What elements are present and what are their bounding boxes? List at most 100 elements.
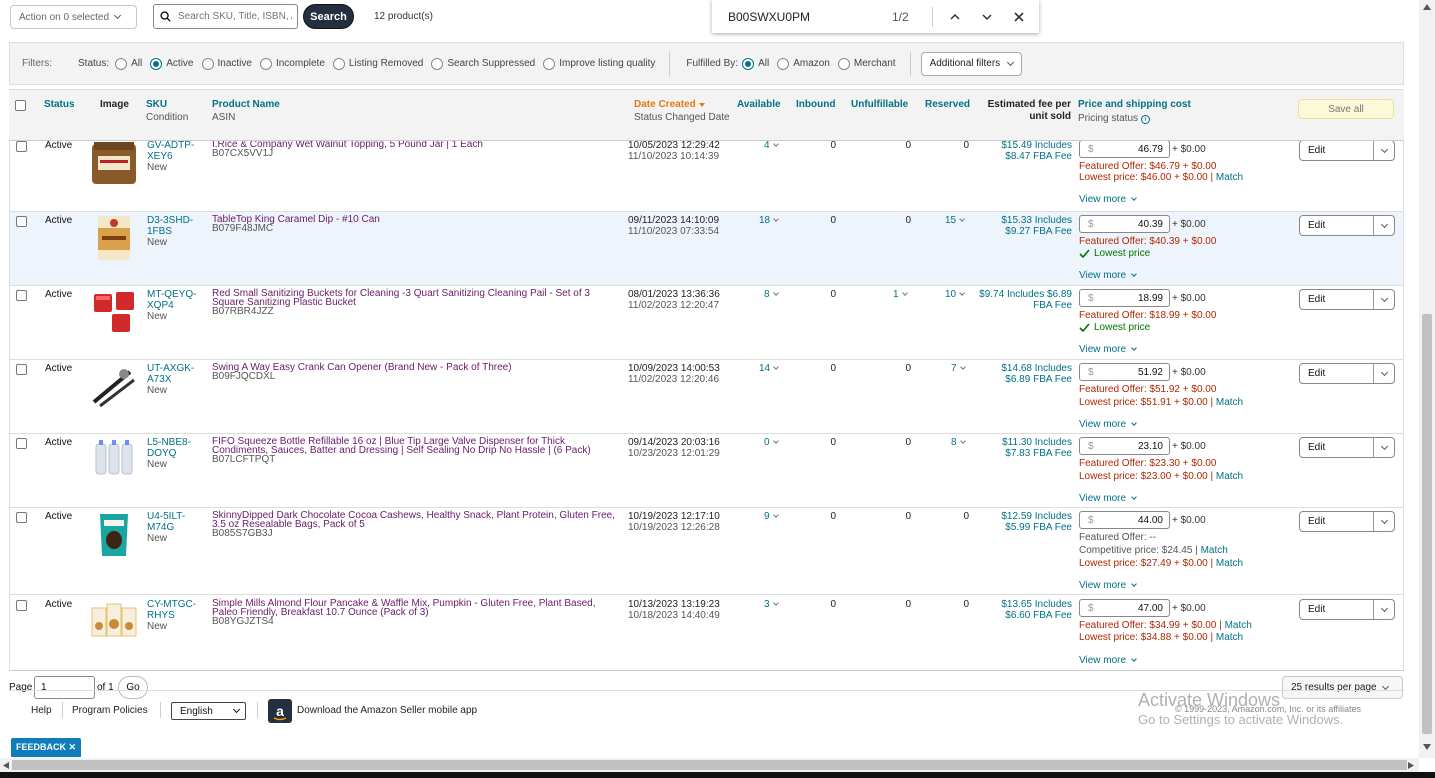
product-thumbnail[interactable] xyxy=(90,362,138,410)
edit-button[interactable]: Edit xyxy=(1299,511,1395,532)
row-available[interactable]: 0 xyxy=(764,437,779,448)
find-query[interactable]: B00SWXU0PM xyxy=(728,10,878,24)
page-number-input[interactable]: 1 xyxy=(34,676,95,699)
row-checkbox[interactable] xyxy=(16,364,27,375)
header-inbound[interactable]: Inbound xyxy=(796,99,835,110)
search-input[interactable] xyxy=(176,10,294,23)
view-more-link[interactable]: View more xyxy=(1079,344,1137,355)
match-link[interactable]: Match xyxy=(1201,545,1228,556)
row-product-name[interactable]: TableTop King Caramel Dip - #10 Can B079F… xyxy=(212,215,622,234)
search-field[interactable] xyxy=(153,4,298,29)
row-available[interactable]: 4 xyxy=(764,141,779,151)
fulfilled-all-label[interactable]: All xyxy=(758,58,769,69)
row-reserved[interactable]: 15 xyxy=(945,215,965,226)
status-all-label[interactable]: All xyxy=(131,58,142,69)
scroll-up-arrow-icon[interactable] xyxy=(1423,4,1431,10)
price-input[interactable]: $46.79 xyxy=(1079,141,1170,158)
fulfilled-merchant-radio[interactable] xyxy=(837,57,850,70)
match-link[interactable]: Match xyxy=(1216,172,1243,183)
scroll-down-arrow-icon[interactable] xyxy=(1423,744,1431,750)
edit-button[interactable]: Edit xyxy=(1299,599,1395,620)
bulk-action-dropdown[interactable]: Action on 0 selected xyxy=(10,5,137,29)
horizontal-scroll-thumb[interactable] xyxy=(12,760,1407,770)
edit-dropdown-toggle[interactable] xyxy=(1373,600,1394,619)
status-inactive-label[interactable]: Inactive xyxy=(218,58,252,69)
edit-dropdown-toggle[interactable] xyxy=(1373,512,1394,531)
fulfilled-amazon-radio[interactable] xyxy=(777,57,790,70)
select-all-checkbox[interactable] xyxy=(15,100,26,111)
row-estimated-fee[interactable]: $12.59 Includes $5.99 FBA Fee xyxy=(976,511,1072,533)
row-estimated-fee[interactable]: $15.49 Includes $8.47 FBA Fee xyxy=(976,141,1072,162)
find-previous-icon[interactable] xyxy=(949,11,961,23)
edit-button[interactable]: Edit xyxy=(1299,363,1395,384)
vertical-scroll-thumb[interactable] xyxy=(1422,314,1432,734)
row-sku[interactable]: GV-ADTP-XEY6 New xyxy=(147,141,199,173)
row-sku[interactable]: CY-MTGC-RHYS New xyxy=(147,599,199,632)
row-checkbox[interactable] xyxy=(16,290,27,301)
row-available[interactable]: 8 xyxy=(764,289,779,300)
edit-dropdown-toggle[interactable] xyxy=(1373,141,1394,160)
row-product-name[interactable]: SkinnyDipped Dark Chocolate Cocoa Cashew… xyxy=(212,511,622,539)
row-product-name[interactable]: I.Rice & Company Wet Walnut Topping, 5 P… xyxy=(212,141,622,159)
row-product-name[interactable]: Swing A Way Easy Crank Can Opener (Brand… xyxy=(212,363,622,382)
status-incomplete-radio[interactable] xyxy=(259,57,272,70)
row-estimated-fee[interactable]: $15.33 Includes $9.27 FBA Fee xyxy=(976,215,1072,237)
row-product-name[interactable]: Red Small Sanitizing Buckets for Cleanin… xyxy=(212,289,622,317)
amazon-app-icon[interactable]: a xyxy=(268,699,292,723)
row-sku[interactable]: MT-QEYQ-XQP4 New xyxy=(147,289,199,322)
edit-dropdown-toggle[interactable] xyxy=(1373,216,1394,235)
view-more-link[interactable]: View more xyxy=(1079,270,1137,281)
row-checkbox[interactable] xyxy=(16,600,27,611)
edit-dropdown-toggle[interactable] xyxy=(1373,438,1394,457)
header-price-shipping[interactable]: Price and shipping cost Pricing status i xyxy=(1078,99,1191,124)
view-more-link[interactable]: View more xyxy=(1079,419,1137,430)
status-suppressed-label[interactable]: Search Suppressed xyxy=(447,58,535,69)
edit-button[interactable]: Edit xyxy=(1299,141,1395,161)
product-thumbnail[interactable] xyxy=(90,141,138,188)
edit-dropdown-toggle[interactable] xyxy=(1373,364,1394,383)
row-sku[interactable]: L5-NBE8-DOYQ New xyxy=(147,437,199,470)
status-removed-radio[interactable] xyxy=(332,57,345,70)
status-incomplete-label[interactable]: Incomplete xyxy=(276,58,325,69)
price-input[interactable]: $44.00 xyxy=(1079,511,1170,529)
row-product-name[interactable]: Simple Mills Almond Flour Pancake & Waff… xyxy=(212,599,622,627)
product-thumbnail[interactable] xyxy=(90,288,138,336)
row-unfulfillable[interactable]: 1 xyxy=(893,289,908,300)
row-estimated-fee[interactable]: $14.68 Includes $6.89 FBA Fee xyxy=(976,363,1072,385)
edit-button[interactable]: Edit xyxy=(1299,215,1395,236)
edit-button[interactable]: Edit xyxy=(1299,437,1395,458)
info-icon[interactable]: i xyxy=(1141,115,1151,124)
fulfilled-merchant-label[interactable]: Merchant xyxy=(854,58,896,69)
help-link[interactable]: Help xyxy=(31,705,52,716)
view-more-link[interactable]: View more xyxy=(1079,580,1137,591)
row-estimated-fee[interactable]: $13.65 Includes $6.60 FBA Fee xyxy=(976,599,1072,621)
status-active-label[interactable]: Active xyxy=(166,58,193,69)
price-input[interactable]: $47.00 xyxy=(1079,599,1170,617)
header-available[interactable]: Available xyxy=(737,99,781,110)
match-link[interactable]: Match xyxy=(1216,558,1243,569)
view-more-link[interactable]: View more xyxy=(1079,655,1137,666)
save-all-button[interactable]: Save all xyxy=(1298,99,1394,119)
price-input[interactable]: $40.39 xyxy=(1079,215,1170,233)
row-reserved[interactable]: 7 xyxy=(951,363,966,374)
find-next-icon[interactable] xyxy=(981,11,993,23)
fulfilled-amazon-label[interactable]: Amazon xyxy=(793,58,830,69)
header-product-name[interactable]: Product Name ASIN xyxy=(212,99,280,123)
header-date-created[interactable]: Date Created Status Changed Date xyxy=(634,99,730,123)
header-sku[interactable]: SKU Condition xyxy=(146,99,188,123)
additional-filters-button[interactable]: Additional filters xyxy=(920,51,1023,76)
product-thumbnail[interactable] xyxy=(90,214,138,262)
header-unfulfillable[interactable]: Unfulfillable xyxy=(851,99,908,110)
price-input[interactable]: $23.10 xyxy=(1079,437,1170,455)
row-available[interactable]: 3 xyxy=(764,599,779,610)
product-thumbnail[interactable] xyxy=(90,598,138,646)
download-app-link[interactable]: Download the Amazon Seller mobile app xyxy=(297,705,477,716)
header-status[interactable]: Status xyxy=(44,99,75,110)
row-sku[interactable]: UT-AXGK-A73X New xyxy=(147,363,199,396)
product-thumbnail[interactable] xyxy=(90,510,138,558)
go-button[interactable]: Go xyxy=(118,676,148,699)
row-sku[interactable]: D3-3SHD-1FBS New xyxy=(147,215,199,248)
match-link[interactable]: Match xyxy=(1216,397,1243,408)
row-available[interactable]: 9 xyxy=(764,511,779,522)
product-thumbnail[interactable] xyxy=(90,436,138,484)
